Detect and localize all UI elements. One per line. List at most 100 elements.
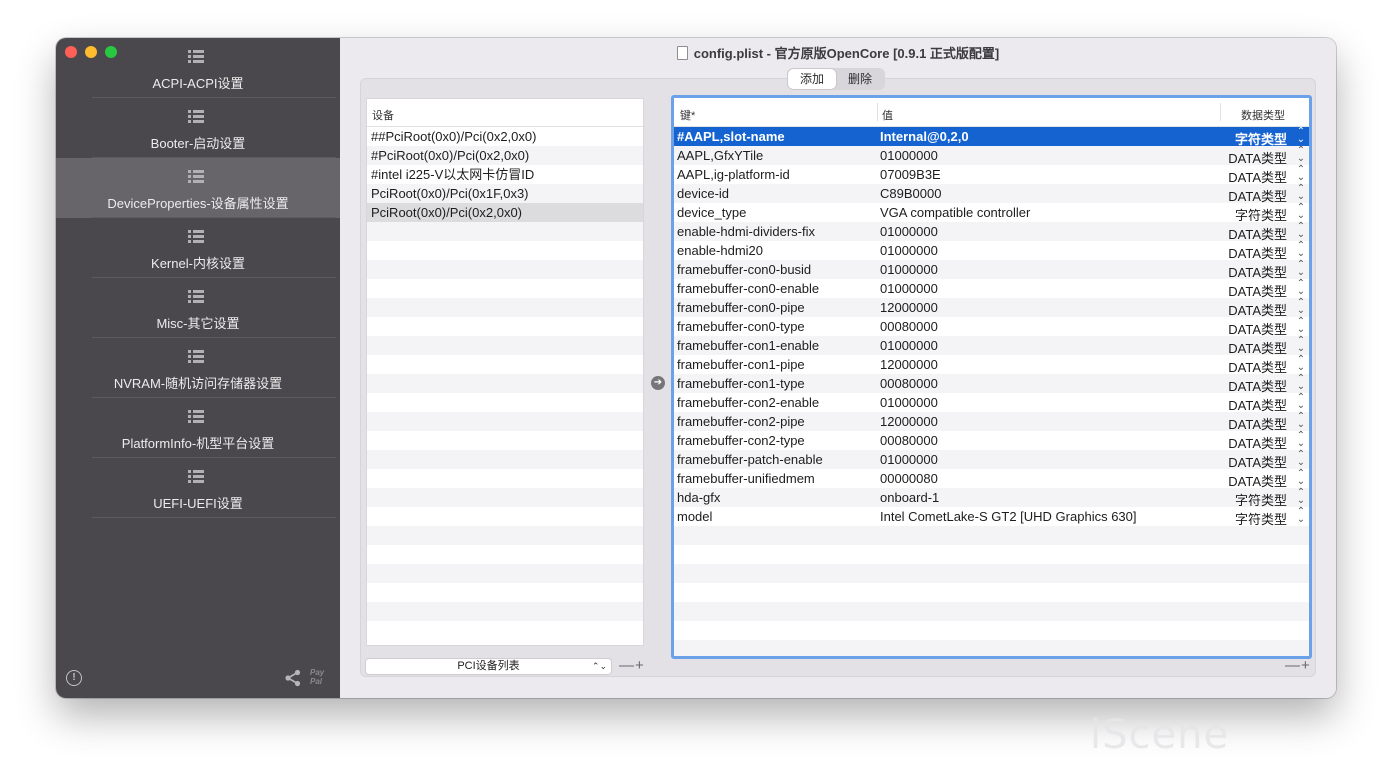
property-value[interactable]: 12000000 [880,414,938,429]
entry-add-button[interactable]: + [1301,657,1311,674]
property-key[interactable]: framebuffer-con1-enable [677,338,819,353]
property-key[interactable]: hda-gfx [677,490,720,505]
chevron-updown-icon[interactable]: ⌃ ⌄ [1296,279,1306,297]
device-row[interactable]: ##PciRoot(0x0)/Pci(0x2,0x0) [367,127,643,146]
property-value[interactable]: 01000000 [880,452,938,467]
device-remove-button[interactable]: — [619,657,635,674]
property-row[interactable]: AAPL,GfxYTile 01000000 DATA类型 ⌃ ⌄ [674,146,1309,166]
property-value[interactable]: 01000000 [880,224,938,239]
chevron-updown-icon[interactable]: ⌃ ⌄ [1296,146,1306,164]
property-key[interactable]: framebuffer-con2-enable [677,395,819,410]
key-column-header[interactable]: 键* [680,107,695,123]
property-value[interactable]: 01000000 [880,338,938,353]
sidebar-item[interactable]: Kernel-内核设置 [56,218,340,278]
delete-tab[interactable]: 删除 [836,69,884,89]
property-key[interactable]: framebuffer-unifiedmem [677,471,815,486]
property-key[interactable]: framebuffer-con0-enable [677,281,819,296]
property-key[interactable]: framebuffer-patch-enable [677,452,823,467]
property-row[interactable]: framebuffer-con1-pipe 12000000 DATA类型 ⌃ ⌄ [674,355,1309,376]
property-row[interactable]: framebuffer-unifiedmem 00000080 DATA类型 ⌃ ⌄ [674,469,1309,490]
property-row[interactable]: framebuffer-con2-pipe 12000000 DATA类型 ⌃ ⌄ [674,412,1309,432]
chevron-updown-icon[interactable]: ⌃ ⌄ [1296,393,1306,411]
property-value[interactable]: VGA compatible controller [880,205,1030,220]
property-key[interactable]: device_type [677,205,746,220]
property-row[interactable]: framebuffer-con2-type 00080000 DATA类型 ⌃ ⌄ [674,431,1309,452]
chevron-updown-icon[interactable]: ⌃ ⌄ [1296,412,1306,430]
property-row[interactable]: #AAPL,slot-name Internal@0,2,0 字符类型 ⌃ ⌄ [674,127,1309,147]
chevron-updown-icon[interactable]: ⌃ ⌄ [1296,241,1306,259]
property-value[interactable]: 00080000 [880,376,938,391]
property-value[interactable]: 01000000 [880,243,938,258]
property-key[interactable]: #AAPL,slot-name [677,129,785,144]
sidebar-item[interactable]: NVRAM-随机访问存储器设置 [56,338,340,398]
property-value[interactable]: C89B0000 [880,186,941,201]
property-value[interactable]: 12000000 [880,300,938,315]
property-value[interactable]: 01000000 [880,395,938,410]
chevron-updown-icon[interactable]: ⌃ ⌄ [1296,488,1306,506]
chevron-updown-icon[interactable]: ⌃ ⌄ [1296,355,1306,373]
property-key[interactable]: framebuffer-con1-pipe [677,357,805,372]
property-row[interactable]: hda-gfx onboard-1 字符类型 ⌃ ⌄ [674,488,1309,508]
device-row[interactable]: #intel i225-V以太网卡仿冒ID [367,165,643,184]
pci-device-list-select[interactable]: PCI设备列表 ⌃⌄ [365,658,612,675]
property-row[interactable]: device_type VGA compatible controller 字符类型… [674,203,1309,224]
property-value[interactable]: 01000000 [880,262,938,277]
chevron-updown-icon[interactable]: ⌃ ⌄ [1296,127,1306,145]
add-tab[interactable]: 添加 [788,69,837,89]
property-key[interactable]: enable-hdmi-dividers-fix [677,224,815,239]
sidebar-item[interactable]: DeviceProperties-设备属性设置 [56,158,340,218]
sidebar-item[interactable]: PlatformInfo-机型平台设置 [56,398,340,458]
property-value[interactable]: 01000000 [880,281,938,296]
property-row[interactable]: framebuffer-con0-type 00080000 DATA类型 ⌃ ⌄ [674,317,1309,338]
chevron-updown-icon[interactable]: ⌃ ⌄ [1296,374,1306,392]
chevron-updown-icon[interactable]: ⌃ ⌄ [1296,203,1306,221]
chevron-updown-icon[interactable]: ⌃ ⌄ [1296,184,1306,202]
property-value[interactable]: 00080000 [880,319,938,334]
property-value[interactable]: Intel CometLake-S GT2 [UHD Graphics 630] [880,509,1137,524]
device-column-header[interactable]: 设备 [367,99,643,127]
property-key[interactable]: AAPL,GfxYTile [677,148,763,163]
type-column-header[interactable]: 数据类型 [1241,107,1285,123]
property-value[interactable]: 07009B3E [880,167,941,182]
chevron-updown-icon[interactable]: ⌃ ⌄ [1296,469,1306,487]
property-row[interactable]: AAPL,ig-platform-id 07009B3E DATA类型 ⌃ ⌄ [674,165,1309,186]
property-row[interactable]: enable-hdmi20 01000000 DATA类型 ⌃ ⌄ [674,241,1309,262]
arrow-right-icon[interactable]: ➔ [651,376,665,390]
chevron-updown-icon[interactable]: ⌃ ⌄ [1296,298,1306,316]
property-row[interactable]: framebuffer-con0-enable 01000000 DATA类型 ⌃ ⌄ [674,279,1309,300]
property-row[interactable]: framebuffer-con1-type 00080000 DATA类型 ⌃ ⌄ [674,374,1309,394]
property-row[interactable]: framebuffer-con0-pipe 12000000 DATA类型 ⌃ ⌄ [674,298,1309,318]
paypal-logo[interactable]: Pay Pal [310,668,324,686]
sidebar-item[interactable]: Booter-启动设置 [56,98,340,158]
device-row[interactable]: #PciRoot(0x0)/Pci(0x2,0x0) [367,146,643,165]
property-row[interactable]: model Intel CometLake-S GT2 [UHD Graphics… [674,507,1309,528]
chevron-updown-icon[interactable]: ⌃ ⌄ [1296,450,1306,468]
property-key[interactable]: device-id [677,186,729,201]
property-key[interactable]: framebuffer-con0-busid [677,262,811,277]
chevron-updown-icon[interactable]: ⌃ ⌄ [1296,507,1306,525]
property-value[interactable]: Internal@0,2,0 [880,129,969,144]
property-value[interactable]: onboard-1 [880,490,939,505]
chevron-updown-icon[interactable]: ⌃ ⌄ [1296,260,1306,278]
property-value[interactable]: 00000080 [880,471,938,486]
property-row[interactable]: device-id C89B0000 DATA类型 ⌃ ⌄ [674,184,1309,204]
property-key[interactable]: AAPL,ig-platform-id [677,167,790,182]
chevron-updown-icon[interactable]: ⌃ ⌄ [1296,222,1306,240]
property-key[interactable]: framebuffer-con0-pipe [677,300,805,315]
property-key[interactable]: enable-hdmi20 [677,243,763,258]
property-row[interactable]: framebuffer-con0-busid 01000000 DATA类型 ⌃ ⌄ [674,260,1309,280]
property-row[interactable]: framebuffer-con2-enable 01000000 DATA类型 ⌃ ⌄ [674,393,1309,414]
chevron-updown-icon[interactable]: ⌃ ⌄ [1296,317,1306,335]
value-column-header[interactable]: 值 [882,107,893,123]
property-key[interactable]: framebuffer-con2-pipe [677,414,805,429]
property-value[interactable]: 12000000 [880,357,938,372]
property-row[interactable]: enable-hdmi-dividers-fix 01000000 DATA类型 ⌃ ⌄ [674,222,1309,242]
property-value[interactable]: 01000000 [880,148,938,163]
property-row[interactable]: framebuffer-con1-enable 01000000 DATA类型 ⌃ ⌄ [674,336,1309,356]
sidebar-item[interactable]: UEFI-UEFI设置 [56,458,340,518]
device-row[interactable]: PciRoot(0x0)/Pci(0x1F,0x3) [367,184,643,203]
property-key[interactable]: framebuffer-con0-type [677,319,805,334]
property-key[interactable]: framebuffer-con1-type [677,376,805,391]
sidebar-item[interactable]: ACPI-ACPI设置 [56,38,340,98]
chevron-updown-icon[interactable]: ⌃ ⌄ [1296,165,1306,183]
